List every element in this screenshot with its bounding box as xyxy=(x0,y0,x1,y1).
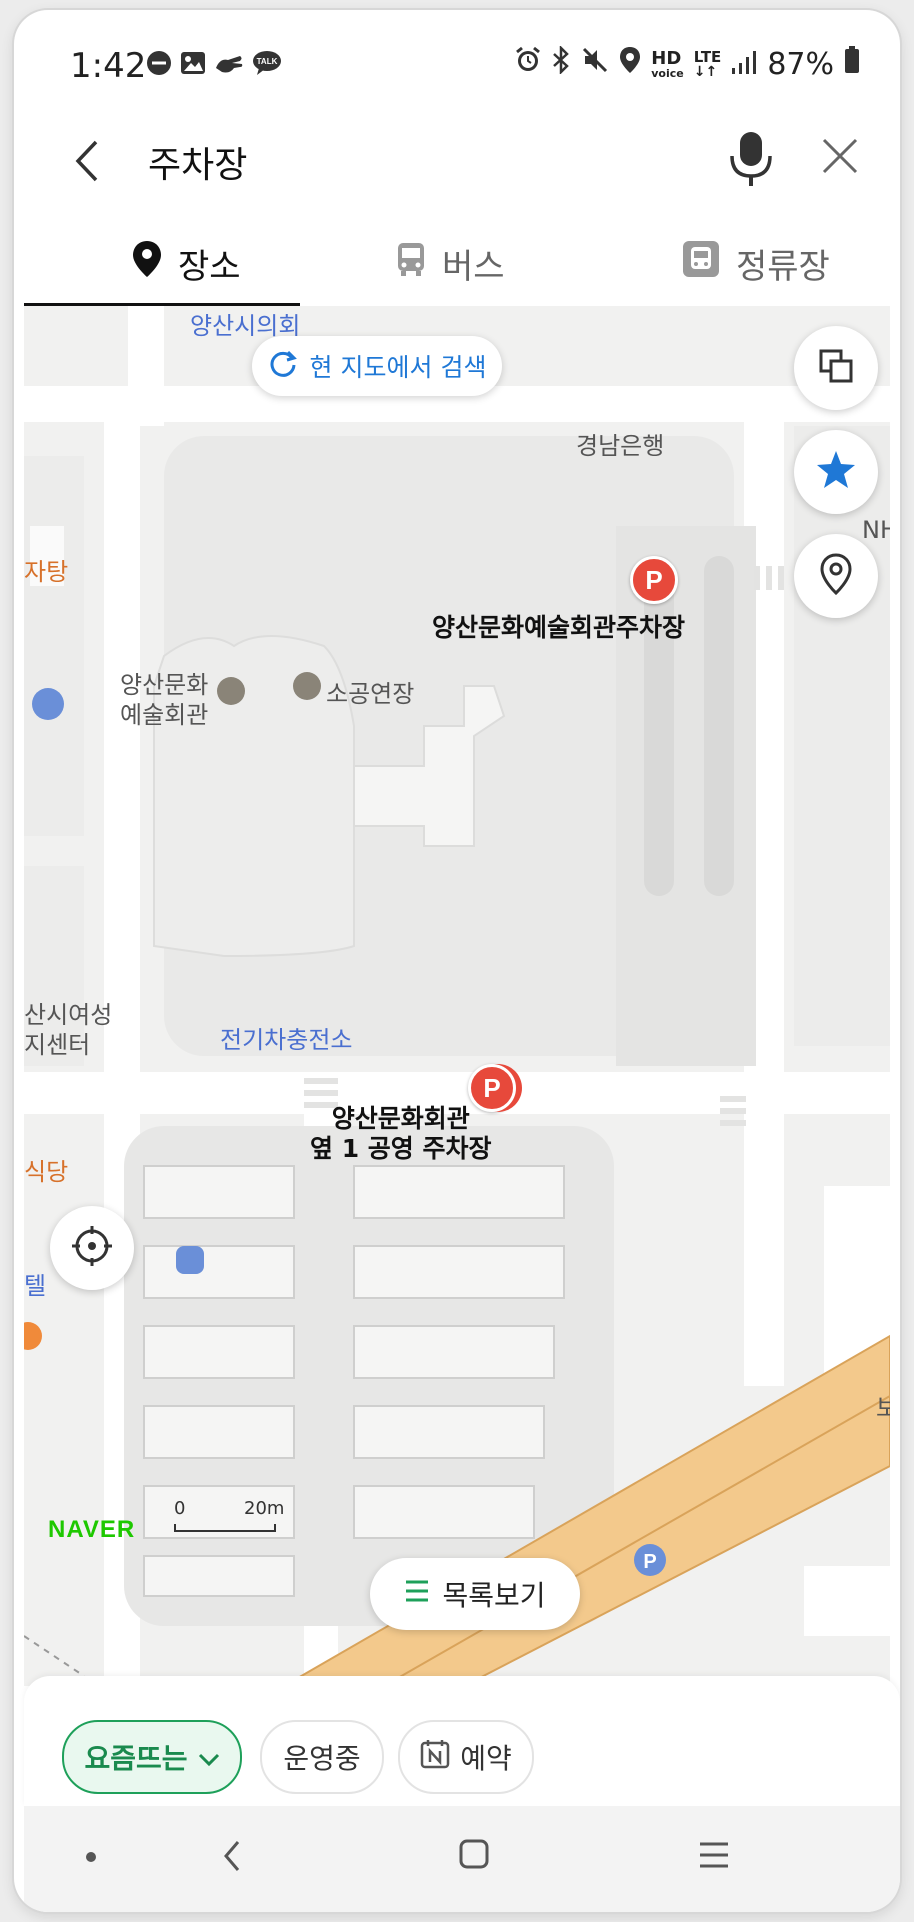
label-arts-hall-line2: 예술회관 xyxy=(120,701,209,729)
alarm-icon xyxy=(515,46,541,82)
label-nh[interactable]: NH xyxy=(862,516,890,544)
nav-back-icon[interactable] xyxy=(220,1836,244,1880)
filter-trending-label: 요즘뜨는 xyxy=(84,1742,188,1775)
phone-screen: 1:42 TALK HD voice LTE ↓↑ 87% 주차장 장소 버스 … xyxy=(14,10,900,1912)
favorites-button[interactable] xyxy=(794,430,878,514)
lte-text: LTE xyxy=(693,47,722,66)
naver-booking-icon xyxy=(420,1739,450,1776)
tab-bus-label: 버스 xyxy=(442,246,505,287)
lte-arrows: ↓↑ xyxy=(693,63,718,80)
map-canvas: P xyxy=(24,306,890,1686)
search-input[interactable]: 주차장 xyxy=(148,136,247,188)
minus-circle-icon xyxy=(146,50,172,80)
search-bar: 주차장 xyxy=(24,110,900,221)
scale-right-label: 20m xyxy=(244,1498,285,1519)
star-icon xyxy=(815,449,857,495)
nav-recents-icon[interactable] xyxy=(698,1840,730,1874)
status-time: 1:42 xyxy=(70,46,147,86)
list-view-button[interactable]: 목록보기 xyxy=(370,1558,580,1630)
image-icon xyxy=(180,50,206,80)
search-tabs: 장소 버스 정류장 xyxy=(24,220,900,306)
refresh-icon xyxy=(268,348,298,384)
tab-place-label: 장소 xyxy=(178,246,241,287)
scale-left-label: 0 xyxy=(174,1498,186,1519)
list-view-label: 목록보기 xyxy=(442,1579,546,1612)
tab-bus-stop[interactable]: 정류장 xyxy=(682,220,830,306)
label-arts-hall[interactable]: 양산문화 예술회관 xyxy=(120,670,208,730)
filter-reservation-label: 예약 xyxy=(460,1742,512,1775)
chevron-down-icon xyxy=(198,1741,220,1774)
nav-home-icon[interactable] xyxy=(458,1838,490,1874)
label-women-center-line1: 산시여성 xyxy=(24,1001,113,1029)
location-icon xyxy=(619,46,641,82)
parking-marker-1[interactable]: P xyxy=(630,556,678,604)
hd-voice-icon: HD voice xyxy=(651,47,684,80)
mute-icon xyxy=(581,46,609,82)
battery-text: 87% xyxy=(767,46,834,82)
label-gyeongnam-bank[interactable]: 경남은행 xyxy=(576,426,664,461)
map-scale: 0 20m xyxy=(174,1498,284,1532)
bus-icon xyxy=(396,241,426,286)
label-parking-2[interactable]: 양산문화회관 옆 1 공영 주차장 xyxy=(310,1104,492,1164)
layers-button[interactable] xyxy=(794,326,878,410)
label-small-theater[interactable]: 소공연장 xyxy=(326,674,414,709)
label-tel[interactable]: 텔 xyxy=(24,1266,46,1301)
filter-open-now[interactable]: 운영중 xyxy=(260,1720,384,1794)
tab-place[interactable]: 장소 xyxy=(132,220,241,306)
voice-text: voice xyxy=(651,66,684,80)
hd-text: HD xyxy=(651,47,682,69)
map-view[interactable]: P 양산시의회 경남은행 NH 자탕 양산문화 예술회관 소공연장 양산문화예술… xyxy=(24,306,890,1686)
bluetooth-icon xyxy=(551,44,571,82)
filter-open-now-label: 운영중 xyxy=(283,1742,361,1775)
label-jatang[interactable]: 자탕 xyxy=(24,552,68,587)
scale-bar xyxy=(174,1524,276,1532)
hand-icon xyxy=(214,50,244,80)
tab-bus[interactable]: 버스 xyxy=(396,220,505,306)
bus-stop-icon xyxy=(682,240,720,287)
label-parking-2-line2: 옆 1 공영 주차장 xyxy=(310,1134,492,1163)
current-location-button[interactable] xyxy=(50,1206,134,1290)
mic-icon[interactable] xyxy=(728,128,774,194)
battery-icon xyxy=(844,46,860,82)
label-bo[interactable]: 보 xyxy=(876,1388,890,1423)
status-right-icons: HD voice LTE ↓↑ 87% xyxy=(515,44,860,82)
label-women-center[interactable]: 산시여성 지센터 xyxy=(24,1000,112,1060)
lte-icon: LTE ↓↑ xyxy=(693,47,722,80)
label-arts-hall-line1: 양산문화 xyxy=(120,671,209,699)
talk-icon: TALK xyxy=(252,50,282,80)
search-this-area-label: 현 지도에서 검색 xyxy=(309,353,487,382)
label-women-center-line2: 지센터 xyxy=(24,1031,91,1059)
place-pin-icon xyxy=(132,240,162,287)
status-bar: 1:42 TALK HD voice LTE ↓↑ 87% xyxy=(14,10,900,110)
parking-marker-2[interactable]: P xyxy=(468,1064,516,1112)
search-this-area-button[interactable]: 현 지도에서 검색 xyxy=(252,336,502,396)
close-icon[interactable] xyxy=(820,136,860,180)
back-button[interactable] xyxy=(72,136,102,190)
svg-text:P: P xyxy=(643,1551,656,1573)
system-nav-bar xyxy=(24,1806,900,1912)
pin-location-button[interactable] xyxy=(794,534,878,618)
label-restaurant[interactable]: 식당 xyxy=(24,1152,68,1187)
signal-icon xyxy=(731,47,757,82)
filter-sheet: 요즘뜨는 운영중 예약 xyxy=(24,1676,900,1806)
naver-logo: NAVER xyxy=(48,1516,136,1543)
crosshair-icon xyxy=(70,1224,114,1272)
talk-badge-text: TALK xyxy=(257,57,278,66)
layers-icon xyxy=(818,348,854,388)
filter-trending[interactable]: 요즘뜨는 xyxy=(62,1720,242,1794)
label-parking-1[interactable]: 양산문화예술회관주차장 xyxy=(432,608,685,644)
map-pin-icon xyxy=(819,553,853,599)
label-parking-2-line1: 양산문화회관 xyxy=(331,1104,470,1133)
nav-dot-icon xyxy=(86,1852,96,1862)
tab-bus-stop-label: 정류장 xyxy=(736,246,830,287)
label-ev-charging[interactable]: 전기차충전소 xyxy=(220,1020,352,1055)
status-left-icons: TALK xyxy=(146,50,282,80)
filter-reservation[interactable]: 예약 xyxy=(398,1720,534,1794)
list-icon xyxy=(404,1578,430,1611)
